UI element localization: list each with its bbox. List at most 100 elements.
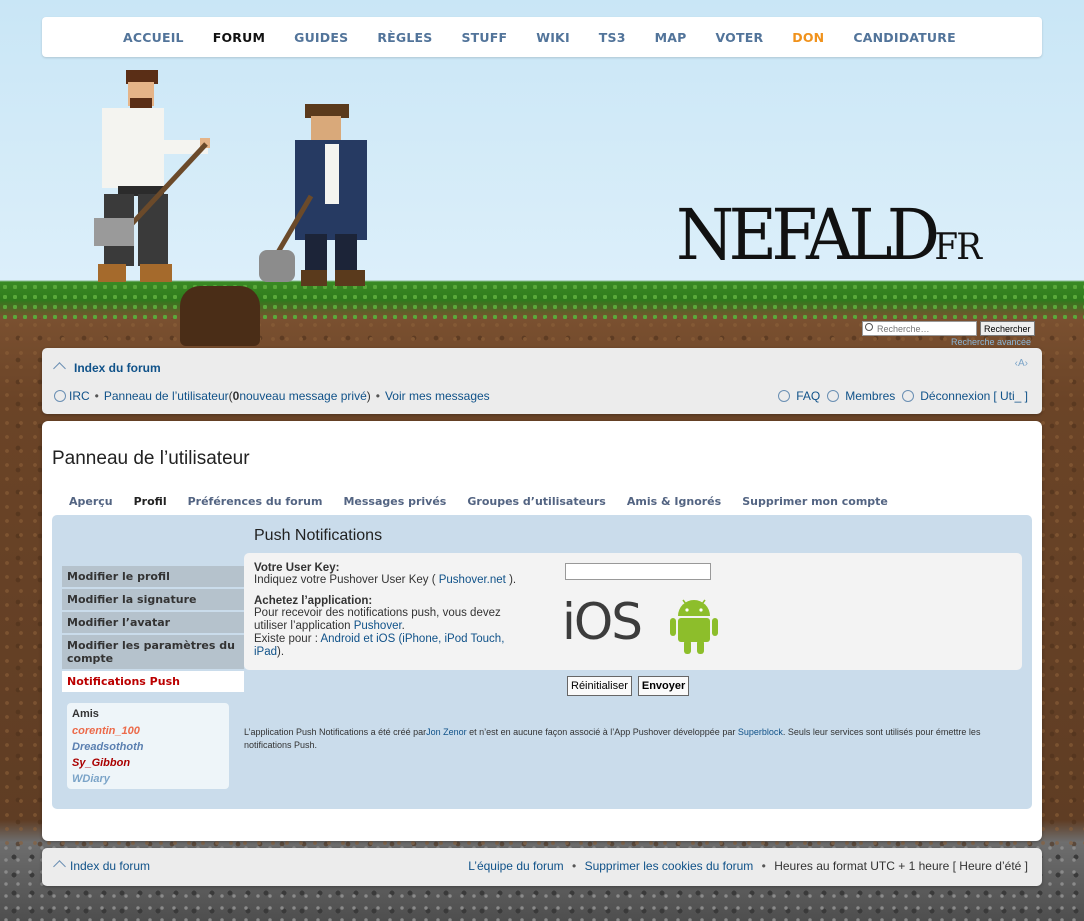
tab-groupes[interactable]: Groupes d’utilisateurs [467, 495, 606, 508]
pushover-app-link[interactable]: Pushover [354, 620, 402, 632]
credit-prefix: L’application Push Notifications a été c… [244, 727, 427, 737]
dug-hole [180, 286, 260, 346]
friends-box: Amis corentin_100 Dreadsothoth Sy_Gibbon… [67, 703, 229, 789]
menu-modifier-avatar[interactable]: Modifier l’avatar [62, 612, 244, 635]
irc-link[interactable]: IRC [69, 389, 90, 403]
buy-line-4: iPad). [254, 646, 285, 658]
credit-text: L’application Push Notifications a été c… [244, 726, 1022, 752]
separator: • [375, 389, 380, 403]
search-icon [865, 323, 873, 331]
logout-link[interactable]: Déconnexion [920, 389, 990, 403]
reset-button[interactable]: Réinitialiser [567, 676, 632, 696]
ipad-link[interactable]: iPad [254, 646, 277, 658]
tab-amis-ignores[interactable]: Amis & Ignorés [627, 495, 721, 508]
search-bar: Rechercher [862, 321, 1035, 336]
footer-index-link[interactable]: Index du forum [70, 859, 150, 873]
search-input[interactable] [862, 321, 977, 336]
logout-username[interactable]: [ Uti_ ] [993, 389, 1028, 403]
team-link[interactable]: L’équipe du forum [468, 859, 563, 873]
right-links: FAQ Membres Déconnexion [ Uti_ ] [778, 389, 1028, 403]
tab-preferences[interactable]: Préférences du forum [188, 495, 323, 508]
nav-candidature[interactable]: CANDIDATURE [853, 30, 955, 45]
faq-link[interactable]: FAQ [796, 389, 820, 403]
nav-guides[interactable]: GUIDES [294, 30, 348, 45]
ucp-close-paren: ) [366, 389, 371, 403]
menu-modifier-parametres[interactable]: Modifier les paramètres du compte [62, 635, 244, 671]
nav-wiki[interactable]: WIKI [536, 30, 570, 45]
tab-apercu[interactable]: Aperçu [69, 495, 113, 508]
nav-don[interactable]: DON [792, 30, 824, 45]
menu-modifier-profil[interactable]: Modifier le profil [62, 566, 244, 589]
separator: • [761, 859, 766, 873]
ios-logo[interactable]: iOS [562, 593, 643, 651]
buy-line-3-text: Existe pour : [254, 633, 321, 645]
credit-middle: et n’est en aucune façon associé à l’App… [466, 727, 738, 737]
profile-menu: Modifier le profil Modifier la signature… [62, 566, 244, 694]
members-link[interactable]: Membres [845, 389, 895, 403]
timezone-text: Heures au format UTC + 1 heure [ Heure d… [774, 859, 1028, 873]
tab-profil[interactable]: Profil [134, 495, 167, 508]
search-button[interactable]: Rechercher [980, 321, 1035, 336]
forum-navbar: Index du forum ‹A› IRC • Panneau de l’ut… [42, 348, 1042, 414]
tab-supprimer-compte[interactable]: Supprimer mon compte [742, 495, 888, 508]
power-icon [902, 390, 915, 402]
view-messages-link[interactable]: Voir mes messages [385, 389, 490, 403]
nav-accueil[interactable]: ACCUEIL [123, 30, 184, 45]
menu-modifier-signature[interactable]: Modifier la signature [62, 589, 244, 612]
user-key-help-end: ). [505, 574, 517, 586]
jon-zenor-link[interactable]: Jon Zenor [426, 727, 467, 737]
user-links: IRC • Panneau de l’utilisateur ( 0 nouve… [54, 389, 490, 403]
logo-main: NEFALD [676, 194, 940, 276]
home-icon [54, 362, 66, 374]
form-buttons: Réinitialiser Envoyer [567, 676, 690, 696]
menu-notifications-push[interactable]: Notifications Push [62, 671, 244, 694]
friend-link[interactable]: corentin_100 [72, 723, 224, 739]
delete-cookies-link[interactable]: Supprimer les cookies du forum [585, 859, 754, 873]
push-title: Push Notifications [254, 527, 383, 544]
nav-stuff[interactable]: STUFF [461, 30, 507, 45]
friend-link[interactable]: Dreadsothoth [72, 739, 224, 755]
nav-voter[interactable]: VOTER [716, 30, 764, 45]
android-icon[interactable] [669, 598, 719, 656]
miner-character-white-shirt [94, 70, 210, 282]
friend-link[interactable]: Sy_Gibbon [72, 755, 224, 771]
buy-app-label: Achetez l’application: [254, 595, 373, 607]
pm-count: 0 [232, 389, 240, 403]
user-key-help: Indiquez votre Pushover User Key ( Pusho… [254, 574, 554, 587]
site-logo[interactable]: NEFALDFR [676, 200, 982, 270]
nav-map[interactable]: MAP [655, 30, 687, 45]
grass-strip [0, 282, 1084, 322]
miner-character-blue-coat [259, 104, 367, 286]
nav-regles[interactable]: RÈGLES [377, 30, 432, 45]
submit-button[interactable]: Envoyer [637, 676, 690, 696]
friend-link[interactable]: WDiary [72, 771, 224, 787]
ucp-tabs: Aperçu Profil Préférences du forum Messa… [69, 495, 909, 508]
platforms-link[interactable]: Android et iOS (iPhone, iPod Touch, [320, 633, 504, 645]
buy-line-2: utiliser l’application Pushover. [254, 620, 405, 632]
user-key-label: Votre User Key: [254, 562, 340, 574]
advanced-search-link[interactable]: Recherche avancée [951, 337, 1031, 347]
members-icon [827, 390, 840, 402]
breadcrumb-index-link[interactable]: Index du forum [74, 361, 161, 375]
faq-icon [778, 390, 791, 402]
top-navigation: ACCUEIL FORUM GUIDES RÈGLES STUFF WIKI T… [42, 17, 1042, 57]
user-key-input[interactable] [565, 563, 711, 580]
buy-line-1: Pour recevoir des notifications push, vo… [254, 607, 501, 619]
tab-messages-prives[interactable]: Messages privés [343, 495, 446, 508]
buy-line-3: Existe pour : Android et iOS (iPhone, iP… [254, 633, 554, 646]
footer-breadcrumb: Index du forum [54, 859, 150, 873]
pm-new-link[interactable]: nouveau message privé [239, 389, 366, 403]
nav-forum[interactable]: FORUM [213, 30, 265, 45]
ucp-content: Modifier le profil Modifier la signature… [52, 515, 1032, 809]
buy-line-2-text: utiliser l’application [254, 620, 354, 632]
separator: • [572, 859, 577, 873]
page-title: Panneau de l’utilisateur [52, 448, 250, 469]
font-size-toggle[interactable]: ‹A› [1015, 358, 1028, 369]
superblock-link[interactable]: Superblock [738, 727, 783, 737]
ucp-link[interactable]: Panneau de l’utilisateur [104, 389, 229, 403]
separator: • [94, 389, 99, 403]
footer-links: L’équipe du forum • Supprimer les cookie… [468, 859, 1028, 873]
nav-ts3[interactable]: TS3 [599, 30, 626, 45]
logo-suffix: FR [934, 227, 982, 268]
pushover-net-link[interactable]: Pushover.net [439, 574, 506, 586]
